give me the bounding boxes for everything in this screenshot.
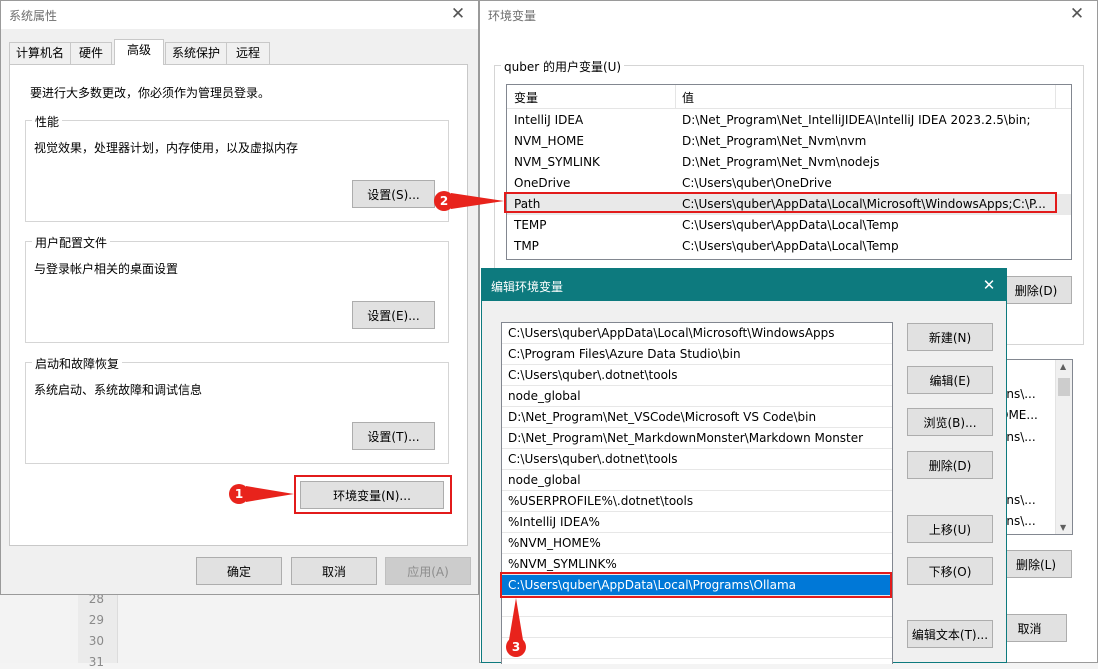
tab-remote[interactable]: 远程 [226,42,270,64]
editor-background: 28 29 30 31 [0,592,482,669]
ok-button[interactable]: 确定 [196,557,282,585]
list-item[interactable]: D:\Net_Program\Net_VSCode\Microsoft VS C… [502,407,892,428]
user-var-row-intellij[interactable]: IntelliJ IDEA D:\Net_Program\Net_Intelli… [507,110,1071,131]
list-item[interactable]: %NVM_SYMLINK% [502,554,892,575]
var-name: TEMP [514,218,547,232]
list-item[interactable]: %USERPROFILE%\.dotnet\tools [502,491,892,512]
scroll-up-icon[interactable]: ▲ [1060,362,1066,371]
edit-env-title: 编辑环境变量 [491,280,564,294]
startup-settings-button[interactable]: 设置(T)... [352,422,435,450]
annotation-marker-1: 1 [229,484,249,504]
list-item[interactable]: C:\Users\quber\.dotnet\tools [502,449,892,470]
var-value: D:\Net_Program\Net_Nvm\nodejs [682,155,880,169]
line-number: 29 [88,613,104,627]
new-entry-button[interactable]: 新建(N) [907,323,993,351]
user-profiles-desc: 与登录帐户相关的桌面设置 [34,262,179,276]
user-var-row-nvm-symlink[interactable]: NVM_SYMLINK D:\Net_Program\Net_Nvm\nodej… [507,152,1071,173]
close-icon[interactable]: ✕ [976,273,1002,297]
move-down-button[interactable]: 下移(O) [907,557,993,585]
tab-hardware[interactable]: 硬件 [70,42,112,64]
var-name: NVM_SYMLINK [514,155,600,169]
var-name: Path [514,197,541,211]
column-divider[interactable] [675,85,676,109]
line-number: 30 [88,634,104,648]
admin-note: 要进行大多数更改，你必须作为管理员登录。 [30,86,271,100]
env-vars-title: 环境变量 [488,9,537,23]
startup-recovery-label: 启动和故障恢复 [32,355,123,372]
column-divider[interactable] [1055,85,1056,109]
performance-label: 性能 [32,113,63,130]
user-vars-group-label: quber 的用户变量(U) [501,58,625,75]
browse-button[interactable]: 浏览(B)... [907,408,993,436]
empty-list-row[interactable] [502,596,892,617]
annotation-arrow-3 [509,598,523,640]
user-var-row-nvm-home[interactable]: NVM_HOME D:\Net_Program\Net_Nvm\nvm [507,131,1071,152]
user-profiles-label: 用户配置文件 [32,234,111,251]
annotation-arrow-1 [246,486,294,502]
var-name: NVM_HOME [514,134,584,148]
annotation-arrow-2 [451,193,504,209]
edit-env-titlebar: 编辑环境变量 ✕ [482,269,1006,301]
annotation-marker-3: 3 [506,637,526,657]
var-value: C:\Users\quber\AppData\Local\Microsoft\W… [682,197,1046,211]
tab-advanced[interactable]: 高级 [114,39,164,65]
user-vars-table[interactable]: 变量 值 IntelliJ IDEA D:\Net_Program\Net_In… [506,84,1072,260]
list-item[interactable]: %IntelliJ IDEA% [502,512,892,533]
list-item-selected[interactable]: C:\Users\quber\AppData\Local\Programs\Ol… [502,575,892,596]
var-value: C:\Users\quber\AppData\Local\Temp [682,218,899,232]
empty-list-row[interactable] [502,617,892,638]
tab-system-protection[interactable]: 系统保护 [165,42,227,64]
empty-list-row[interactable] [502,638,892,659]
close-icon[interactable]: ✕ [444,3,472,27]
list-item[interactable]: %NVM_HOME% [502,533,892,554]
annotation-marker-2: 2 [434,191,454,211]
startup-recovery-desc: 系统启动、系统故障和调试信息 [34,383,203,397]
column-header-value[interactable]: 值 [682,89,694,106]
var-value: C:\Users\quber\OneDrive [682,176,832,190]
user-vars-header: 变量 值 [507,85,1071,109]
user-profiles-settings-button[interactable]: 设置(E)... [352,301,435,329]
list-item[interactable]: C:\Users\quber\.dotnet\tools [502,365,892,386]
line-number: 31 [88,655,104,669]
advanced-tab-panel: 要进行大多数更改，你必须作为管理员登录。 性能 视觉效果，处理器计划，内存使用，… [9,64,468,546]
delete-system-var-button[interactable]: 删除(L) [1000,550,1072,578]
scroll-thumb[interactable] [1058,378,1070,396]
column-header-variable[interactable]: 变量 [514,89,538,106]
list-item[interactable]: D:\Net_Program\Net_MarkdownMonster\Markd… [502,428,892,449]
tab-computer-name[interactable]: 计算机名 [9,42,71,64]
path-entries-list[interactable]: C:\Users\quber\AppData\Local\Microsoft\W… [501,322,893,664]
list-item[interactable]: C:\Program Files\Azure Data Studio\bin [502,344,892,365]
var-value: C:\Users\quber\AppData\Local\Temp [682,239,899,253]
system-properties-window: 系统属性 ✕ 计算机名 硬件 高级 系统保护 远程 要进行大多数更改，你必须作为… [0,0,479,595]
list-item[interactable]: C:\Users\quber\AppData\Local\Microsoft\W… [502,323,892,344]
user-var-row-onedrive[interactable]: OneDrive C:\Users\quber\OneDrive [507,173,1071,194]
close-icon[interactable]: ✕ [1063,3,1091,27]
var-name: IntelliJ IDEA [514,113,584,127]
delete-user-var-button[interactable]: 删除(D) [1000,276,1072,304]
user-var-row-temp[interactable]: TEMP C:\Users\quber\AppData\Local\Temp [507,215,1071,236]
sysprops-titlebar: 系统属性 ✕ [1,1,478,29]
list-item[interactable]: node_global [502,386,892,407]
sys-vars-scrollbar[interactable]: ▲ ▼ [1055,360,1072,534]
delete-entry-button[interactable]: 删除(D) [907,451,993,479]
list-item[interactable]: node_global [502,470,892,491]
performance-settings-button[interactable]: 设置(S)... [352,180,435,208]
user-var-row-path[interactable]: Path C:\Users\quber\AppData\Local\Micros… [507,194,1071,215]
var-value: D:\Net_Program\Net_IntelliJIDEA\IntelliJ… [682,113,1031,127]
performance-desc: 视觉效果，处理器计划，内存使用，以及虚拟内存 [34,141,299,155]
edit-text-button[interactable]: 编辑文本(T)... [907,620,993,648]
sysprops-title: 系统属性 [9,9,58,23]
user-var-row-tmp[interactable]: TMP C:\Users\quber\AppData\Local\Temp [507,236,1071,257]
env-vars-titlebar: 环境变量 ✕ [480,1,1097,29]
move-up-button[interactable]: 上移(U) [907,515,993,543]
edit-env-var-dialog: 编辑环境变量 ✕ C:\Users\quber\AppData\Local\Mi… [481,268,1007,664]
cancel-button[interactable]: 取消 [291,557,377,585]
var-name: TMP [514,239,539,253]
edit-entry-button[interactable]: 编辑(E) [907,366,993,394]
var-name: OneDrive [514,176,571,190]
var-value: D:\Net_Program\Net_Nvm\nvm [682,134,867,148]
scroll-down-icon[interactable]: ▼ [1060,523,1066,532]
apply-button[interactable]: 应用(A) [385,557,471,585]
environment-variables-button[interactable]: 环境变量(N)... [300,481,444,509]
